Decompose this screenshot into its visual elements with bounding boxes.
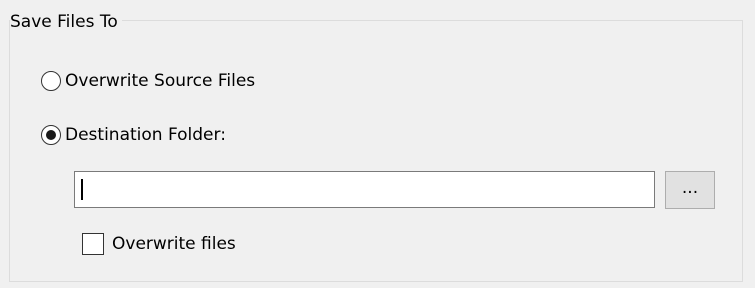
overwrite-files-label[interactable]: Overwrite files [112,234,236,254]
destination-folder-input[interactable] [74,171,655,208]
browse-button[interactable]: ... [665,171,715,209]
overwrite-files-checkbox[interactable]: Overwrite files [82,232,236,256]
overwrite-source-files-label[interactable]: Overwrite Source Files [65,71,255,91]
radio-checked-icon[interactable] [41,125,61,145]
text-caret [81,179,83,200]
overwrite-source-files-radio[interactable]: Overwrite Source Files [41,70,255,92]
groupbox-title: Save Files To [10,12,122,32]
checkbox-unchecked-icon[interactable] [82,233,104,255]
destination-folder-radio[interactable]: Destination Folder: [41,124,226,146]
radio-unchecked-icon[interactable] [41,71,61,91]
destination-folder-label[interactable]: Destination Folder: [65,125,226,145]
